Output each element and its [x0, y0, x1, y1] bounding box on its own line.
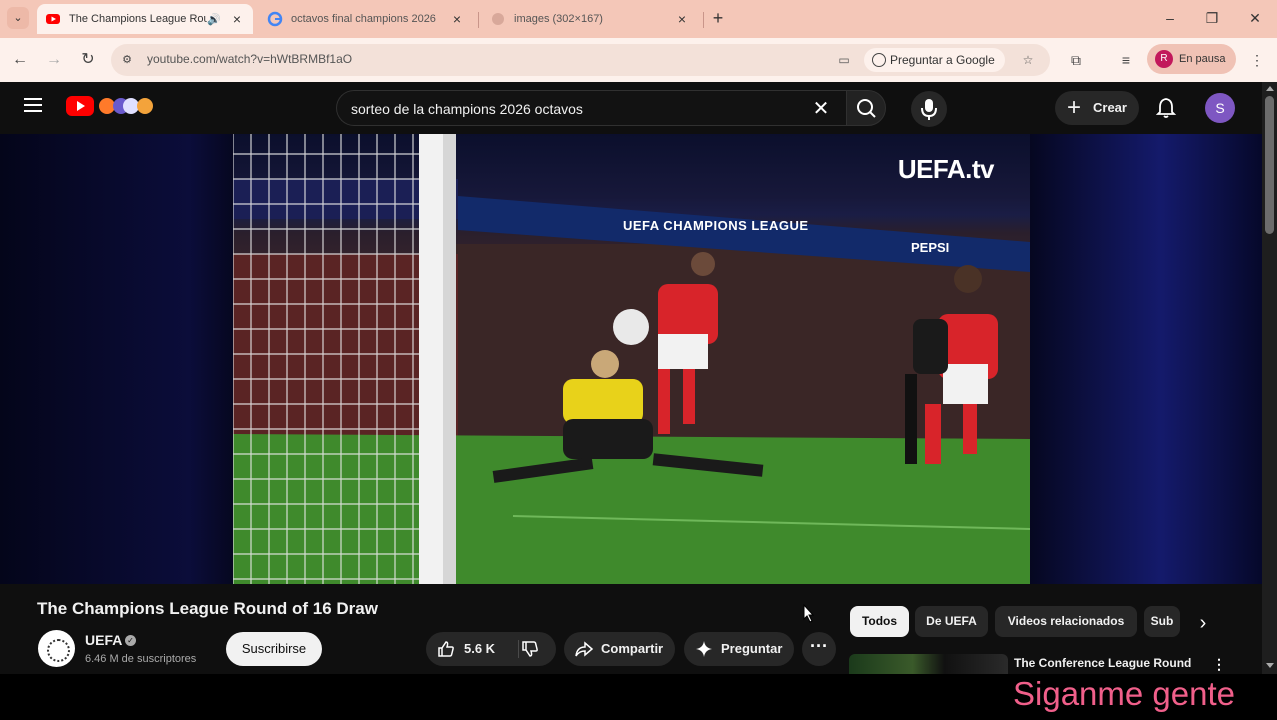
search-icon	[857, 99, 876, 118]
share-icon	[575, 641, 594, 657]
scroll-down-icon[interactable]	[1266, 663, 1274, 668]
like-divider	[518, 640, 519, 658]
bookmark-star-icon[interactable]: ☆	[1020, 52, 1036, 68]
profile-avatar: R	[1155, 50, 1173, 68]
reload-icon[interactable]: ↻	[77, 49, 99, 71]
search-button[interactable]	[846, 90, 886, 126]
search-input[interactable]: sorteo de la champions 2026 octavos ✕	[336, 90, 846, 126]
browser-toolbar: ← → ↻ ⚙ youtube.com/watch?v=hWtBRMBf1aO …	[0, 38, 1277, 82]
chip-from-uefa[interactable]: De UEFA	[915, 606, 988, 637]
url-text[interactable]: youtube.com/watch?v=hWtBRMBf1aO	[147, 52, 352, 66]
share-button[interactable]: Compartir	[564, 632, 675, 666]
notifications-bell-icon[interactable]	[1154, 96, 1178, 120]
sparkle-icon	[696, 641, 712, 657]
menu-kebab-icon[interactable]: ⋮	[1247, 50, 1267, 70]
chip-related-videos[interactable]: Videos relacionados	[995, 606, 1137, 637]
extensions-icon[interactable]: ⧉	[1066, 50, 1086, 70]
tab-title: The Champions League Rou	[69, 13, 207, 25]
tab-divider	[478, 12, 479, 28]
tab-youtube-video[interactable]: The Champions League Rou 🔊 ×	[37, 4, 253, 34]
video-scene	[233, 134, 1030, 584]
scroll-thumb[interactable]	[1265, 96, 1274, 234]
minimize-icon[interactable]: –	[1160, 8, 1180, 28]
thumbs-down-icon[interactable]	[520, 639, 540, 659]
video-info-section: The Champions League Round of 16 Draw UE…	[0, 584, 1262, 674]
thumbs-up-icon[interactable]	[436, 639, 456, 659]
plus-icon: +	[1067, 94, 1082, 121]
profile-button[interactable]: R En pausa	[1147, 44, 1236, 74]
like-dislike-group: 5.6 K	[426, 632, 556, 666]
video-frame[interactable]: UEFA.tv UEFA CHAMPIONS LEAGUE PEPSI	[233, 134, 1030, 584]
microphone-icon	[921, 99, 937, 120]
scroll-up-icon[interactable]	[1266, 86, 1274, 91]
clear-search-icon[interactable]: ✕	[809, 97, 833, 121]
uefa-tv-watermark: UEFA.tv	[897, 154, 995, 184]
google-icon	[267, 11, 283, 27]
sponsor-board-text: PEPSI	[911, 240, 950, 255]
close-tab-icon[interactable]: ×	[229, 11, 245, 27]
restore-icon[interactable]: ❐	[1202, 8, 1222, 28]
create-label: Crear	[1093, 100, 1127, 115]
forward-icon[interactable]: →	[43, 49, 65, 71]
youtube-icon	[46, 14, 60, 24]
lens-icon	[872, 53, 886, 67]
tab-search-button[interactable]: ⌄	[7, 7, 29, 29]
page-scrollbar[interactable]	[1262, 82, 1277, 674]
channel-name[interactable]: UEFA	[85, 632, 122, 648]
tab-google-search[interactable]: octavos final champions 2026 ×	[259, 4, 473, 34]
browser-tab-strip: ⌄ The Champions League Rou 🔊 × octavos f…	[0, 0, 1277, 38]
close-tab-icon[interactable]: ×	[449, 11, 465, 27]
verified-check-icon: ✓	[125, 635, 136, 646]
tab-divider	[703, 12, 704, 28]
youtube-logo[interactable]	[66, 96, 94, 116]
site-info-icon[interactable]: ⚙	[119, 52, 135, 68]
recommended-menu-icon[interactable]: ⋮	[1212, 656, 1226, 673]
profile-status: En pausa	[1179, 53, 1226, 65]
tab-title: octavos final champions 2026	[291, 13, 436, 25]
close-tab-icon[interactable]: ×	[674, 11, 690, 27]
subscriber-count: 6.46 M de suscriptores	[85, 653, 197, 665]
youtube-header: sorteo de la champions 2026 octavos ✕ + …	[0, 82, 1262, 134]
create-button[interactable]: + Crear	[1055, 91, 1139, 125]
more-actions-button[interactable]: ···	[802, 632, 836, 666]
recommended-title[interactable]: The Conference League Round	[1014, 656, 1191, 670]
search-query[interactable]: sorteo de la champions 2026 octavos	[351, 101, 583, 117]
ask-button[interactable]: Preguntar	[684, 632, 794, 666]
ask-google-label: Preguntar a Google	[890, 53, 995, 67]
tab-image[interactable]: images (302×167) ×	[482, 4, 698, 34]
account-avatar[interactable]: S	[1205, 93, 1235, 123]
ask-label: Preguntar	[721, 641, 783, 656]
recommended-thumbnail[interactable]	[849, 654, 1008, 674]
stadium-banner-text: UEFA CHAMPIONS LEAGUE	[623, 218, 809, 233]
video-player[interactable]: UEFA.tv UEFA CHAMPIONS LEAGUE PEPSI	[0, 134, 1262, 584]
mouse-cursor-icon	[803, 604, 815, 623]
close-window-icon[interactable]: ✕	[1245, 8, 1265, 28]
ask-google-button[interactable]: Preguntar a Google	[864, 48, 1005, 72]
chip-sub[interactable]: Sub	[1144, 606, 1180, 637]
voice-search-button[interactable]	[911, 91, 947, 127]
speaker-icon[interactable]: 🔊	[207, 13, 223, 26]
overlay-caption: Siganme gente	[1013, 675, 1235, 712]
chip-all[interactable]: Todos	[850, 606, 909, 637]
subscribe-button[interactable]: Suscribirse	[226, 632, 322, 666]
globe-icon	[492, 13, 504, 25]
video-title: The Champions League Round of 16 Draw	[37, 599, 378, 618]
media-control-icon[interactable]: ≡	[1116, 50, 1136, 70]
address-bar[interactable]: ⚙ youtube.com/watch?v=hWtBRMBf1aO ▭ Preg…	[111, 44, 1050, 76]
share-label: Compartir	[601, 641, 664, 656]
tab-title: images (302×167)	[514, 13, 603, 25]
cast-icon[interactable]: ▭	[836, 52, 852, 68]
hamburger-menu-icon[interactable]	[24, 98, 42, 112]
back-icon[interactable]: ←	[9, 49, 31, 71]
channel-avatar[interactable]	[38, 630, 75, 667]
chevron-right-icon[interactable]: ›	[1190, 613, 1216, 634]
like-count[interactable]: 5.6 K	[464, 632, 495, 666]
doodle-logo[interactable]	[97, 95, 159, 117]
new-tab-icon[interactable]: +	[708, 8, 728, 28]
